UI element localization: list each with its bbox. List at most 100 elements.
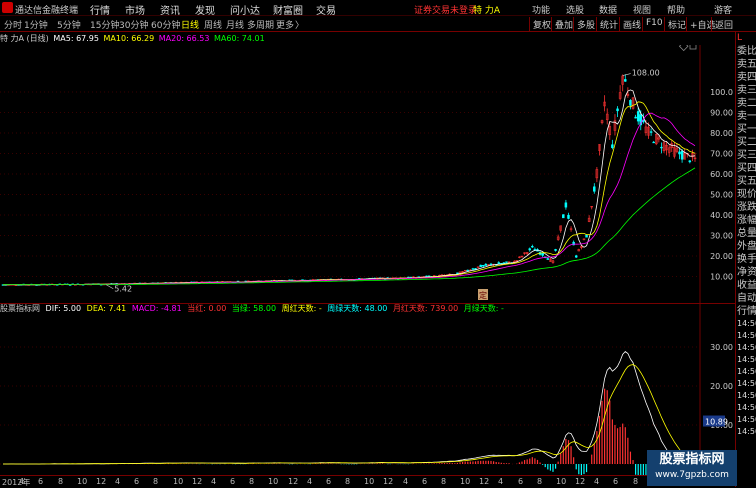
kline-chart[interactable]: 100.0 90.00 80.00 70.00 60.00 50.00 40.00 30.00… [0,45,735,303]
quote-panel-item: 卖五 [737,59,756,70]
menu-jiaoyi[interactable]: 交易 [316,2,336,17]
period-weekly[interactable]: 周线 [204,18,222,31]
y-tick-label: 40.00 [710,211,733,220]
period-more[interactable]: 更多 [276,18,294,31]
quote-panel-item: 14:50 [737,367,756,376]
square-icon [689,45,697,50]
indicator-title[interactable]: 股票指标网 [0,304,40,313]
huaxian-button[interactable]: 画线 [619,17,644,31]
menu-shitu[interactable]: 视图 [633,3,651,16]
menu-wenxiaoda[interactable]: 问小达 [230,2,260,17]
candle-body [554,249,557,251]
more-arrow-icon[interactable]: 〉 [295,18,304,31]
period-60min[interactable]: 60分钟 [151,18,180,31]
y-tick-label: 80.00 [710,129,733,138]
candle-body [471,268,475,270]
dea-value: DEA: 7.41 [86,304,127,313]
menu-shuju[interactable]: 数据 [599,3,617,16]
quote-panel-item: 买一 [737,124,756,135]
x-tick-label: 6 [422,477,428,486]
menu-caifuquan[interactable]: 财富圈 [273,2,303,17]
x-tick-label: 10 [460,477,471,486]
x-tick-label: 12 [96,477,107,486]
quote-panel-item: 14:50 [737,379,756,388]
x-tick-label: 10 [556,477,567,486]
menu-shichang[interactable]: 市场 [125,2,145,17]
x-tick-label: 6 [326,477,332,486]
period-15min[interactable]: 15分钟 [90,18,119,31]
symbol-name: 特 力A [473,6,501,16]
main-chart-info: 特 力A (日线) MA5: 67.95 MA10: 66.29 MA20: 6… [0,33,735,45]
y-tick-label: 70.00 [710,150,733,159]
candle-body [688,160,692,163]
menu-hangqing[interactable]: 行情 [90,2,110,17]
x-tick-label: 4 [498,477,504,486]
quote-panel-item: 14:50 [737,427,756,436]
menu-xuangu[interactable]: 选股 [566,3,584,16]
x-tick-label: 6 [38,477,44,486]
f10-button[interactable]: F10 [642,17,666,31]
event-marker-label: 定 [479,290,487,300]
candle-body [484,263,488,266]
duogu-button[interactable]: 多股 [573,17,598,31]
back-button[interactable]: 返回 [711,17,736,31]
kline-chart-svg: 100.0 90.00 80.00 70.00 60.00 50.00 40.00 30.00… [0,45,733,303]
ma20-line [3,112,696,286]
period-multi[interactable]: 多周期 [247,18,274,31]
user-guest[interactable]: 游客 [714,3,732,16]
dif-value: DIF: 5.00 [45,304,82,313]
ma60-line [3,167,696,286]
ma10-value: MA10: 66.29 [103,34,155,43]
period-toolbar: 分时 1分钟 5分钟 15分钟 30分钟 60分钟 日线 周线 月线 多周期 更… [0,16,756,32]
yuehong-value: 月红天数: 739.00 [392,304,459,313]
title-bar: 通达信金融终端 行情 市场 资讯 发现 问小达 财富圈 交易 证券交易未登录 特… [0,0,756,17]
x-tick-label: 4 [115,477,121,486]
period-monthly[interactable]: 月线 [226,18,244,31]
app-logo-icon [2,2,13,13]
candle-body [616,108,619,112]
menu-zixun[interactable]: 资讯 [160,2,180,17]
menu-gongneng[interactable]: 功能 [532,3,550,16]
quote-panel-item: 14:50 [737,391,756,400]
candle-body [482,265,485,267]
quote-panel-item: 卖一 [737,111,756,122]
y-tick-label: 50.00 [710,191,733,200]
quote-panel: L 委比 卖五 卖四 卖三 卖二 卖一 买一 买二 买三 买四 买五 现价 涨跌 涨幅 总量 外盘 换手 净资 收益自… [735,32,756,487]
x-tick-label: 2012年 [2,478,31,487]
y-tick-label: 60.00 [710,170,733,179]
candle-body [660,146,663,149]
login-warning[interactable]: 证券交易未登录 [414,3,477,16]
tongji-button[interactable]: 统计 [596,17,621,31]
candle-body [593,186,596,192]
danghong-value: 当红: 0.00 [187,304,227,313]
period-daily[interactable]: 日线 [181,18,199,31]
menu-faxian[interactable]: 发现 [195,2,215,17]
candle-body [680,150,684,160]
quote-panel-item: 收益 [737,280,756,291]
candle-body [456,272,459,274]
candle-body [466,269,470,272]
yuelv-value: 月绿天数: - [463,304,504,313]
ma10-line [3,101,696,286]
menu-bangzhu[interactable]: 帮助 [667,3,685,16]
macd-chart[interactable]: 30.0020.0010.000.0010.89 [0,303,735,476]
period-1min[interactable]: 1分钟 [24,18,48,31]
zhouhong-value: 周红天数: - [281,304,322,313]
period-30min[interactable]: 30分钟 [119,18,148,31]
candle-body [505,261,508,263]
danglv-value: 当绿: 58.00 [231,304,277,313]
x-tick-label: 12 [575,477,586,486]
candle-body [574,255,578,258]
candle-body [567,214,570,219]
quote-panel-item: 涨跌 [737,202,756,213]
period-5min[interactable]: 5分钟 [57,18,81,31]
dea-line [3,364,696,467]
quote-panel-item: 14:50 [737,355,756,364]
x-tick-label: 8 [58,477,64,486]
quote-panel-item: 买四 [737,163,756,174]
y-tick-label: 20.00 [710,252,733,261]
x-tick-label: 8 [345,477,351,486]
quote-panel-item: 现价 [737,189,756,200]
period-fenshi[interactable]: 分时 [4,18,22,31]
x-tick-label: 10 [364,477,375,486]
